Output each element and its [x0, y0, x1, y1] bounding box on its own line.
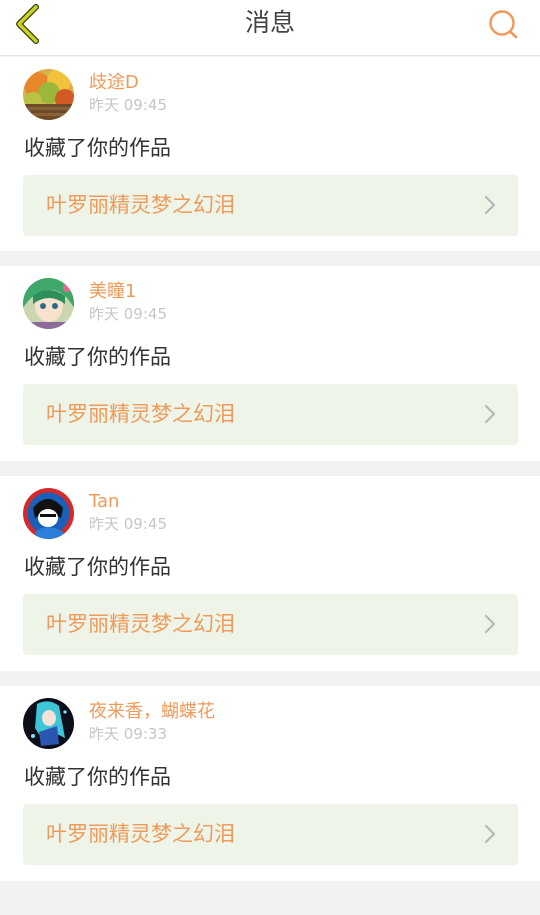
avatar-image [23, 488, 74, 539]
chevron-right-icon [484, 824, 496, 844]
message-card: 夜来香，蝴蝶花 昨天 09:33 收藏了你的作品 叶罗丽精灵梦之幻泪 [0, 686, 540, 881]
message-card: 歧途D 昨天 09:45 收藏了你的作品 叶罗丽精灵梦之幻泪 [0, 57, 540, 251]
avatar[interactable] [23, 488, 74, 539]
chevron-right-icon [484, 404, 496, 424]
timestamp: 昨天 09:33 [89, 725, 167, 743]
search-icon [489, 10, 518, 39]
avatar-image [23, 69, 74, 120]
username[interactable]: 美瞳1 [89, 280, 136, 304]
avatar[interactable] [23, 278, 74, 329]
avatar[interactable] [23, 69, 74, 120]
chevron-right-icon [484, 195, 496, 215]
avatar[interactable] [23, 698, 74, 749]
work-title: 叶罗丽精灵梦之幻泪 [46, 612, 235, 636]
username[interactable]: 夜来香，蝴蝶花 [89, 700, 215, 724]
username[interactable]: Tan [89, 490, 119, 514]
work-link[interactable]: 叶罗丽精灵梦之幻泪 [23, 175, 518, 236]
username[interactable]: 歧途D [89, 71, 139, 95]
action-text: 收藏了你的作品 [24, 136, 171, 160]
message-card: Tan 昨天 09:45 收藏了你的作品 叶罗丽精灵梦之幻泪 [0, 476, 540, 671]
work-title: 叶罗丽精灵梦之幻泪 [46, 402, 235, 426]
avatar-image [23, 278, 74, 329]
work-link[interactable]: 叶罗丽精灵梦之幻泪 [23, 384, 518, 445]
work-title: 叶罗丽精灵梦之幻泪 [46, 193, 235, 217]
action-text: 收藏了你的作品 [24, 345, 171, 369]
message-list: 歧途D 昨天 09:45 收藏了你的作品 叶罗丽精灵梦之幻泪 美瞳1 昨天 09… [0, 57, 540, 896]
timestamp: 昨天 09:45 [89, 305, 167, 323]
work-link[interactable]: 叶罗丽精灵梦之幻泪 [23, 594, 518, 655]
chevron-right-icon [484, 614, 496, 634]
action-text: 收藏了你的作品 [24, 555, 171, 579]
message-card: 美瞳1 昨天 09:45 收藏了你的作品 叶罗丽精灵梦之幻泪 [0, 266, 540, 461]
timestamp: 昨天 09:45 [89, 96, 167, 114]
action-text: 收藏了你的作品 [24, 765, 171, 789]
avatar-image [23, 698, 74, 749]
page-title: 消息 [244, 8, 295, 37]
search-button[interactable] [488, 8, 520, 40]
timestamp: 昨天 09:45 [89, 515, 167, 533]
work-link[interactable]: 叶罗丽精灵梦之幻泪 [23, 804, 518, 865]
top-bar: 消息 [0, 0, 540, 56]
work-title: 叶罗丽精灵梦之幻泪 [46, 822, 235, 846]
